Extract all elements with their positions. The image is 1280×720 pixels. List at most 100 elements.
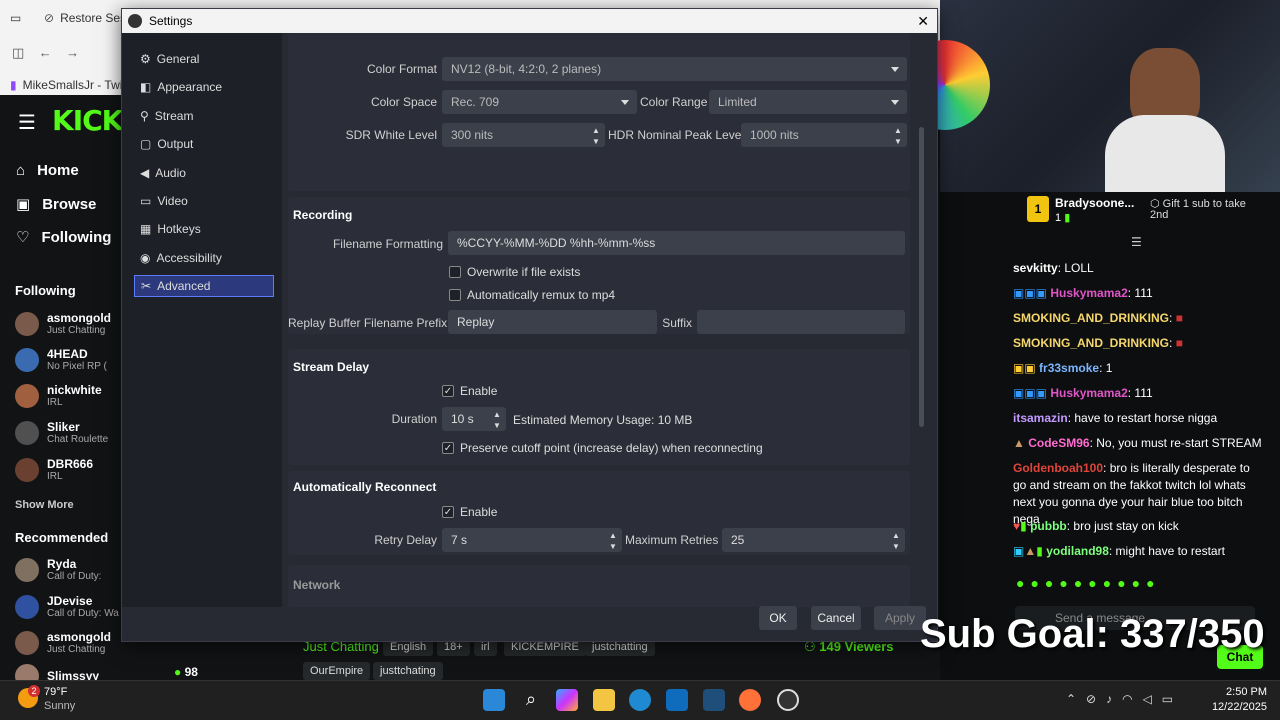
search-icon[interactable]: ⌕ [520,689,542,711]
hdr-peak-input[interactable]: 1000 nits ▲ ▼ [741,123,907,147]
recommended-channel[interactable]: Ryda Call of Duty: [15,557,115,582]
chat-message: ▣▲▮ yodiland98: might have to restart [1013,544,1225,558]
gift-sub-button[interactable]: ⬡ Gift 1 sub to take 2nd [1150,199,1250,221]
remux-checkbox[interactable]: Automatically remux to mp4 [449,288,615,302]
checkbox-checked: ✓ [442,506,454,518]
chat-message: SMOKING_AND_DRINKING: ■ [1013,336,1183,350]
sdr-white-label: SDR White Level [345,128,437,142]
ok-button[interactable]: OK [759,606,797,630]
sidebar-toggle-icon[interactable]: ▭ [10,6,21,30]
viewer-count: ● 98 [174,665,198,679]
monitor-icon: ▭ [140,194,152,208]
file-explorer-icon[interactable] [593,689,615,711]
firefox-icon[interactable] [739,689,761,711]
max-retries-input[interactable]: 25 ▲ ▼ [722,528,905,552]
checkbox-checked: ✓ [442,442,454,454]
sidebar-item-output[interactable]: ▢ Output [134,133,274,155]
emote-bar[interactable]: ●●●●●●●●●● [1016,575,1161,591]
sidebar-item-video[interactable]: ▭ Video [134,190,274,212]
scrollbar[interactable] [919,127,924,427]
filename-format-input[interactable]: %CCYY-%MM-%DD %hh-%mm-%ss [448,231,905,255]
kick-logo[interactable]: KICK [52,104,123,137]
color-format-select[interactable]: NV12 (8-bit, 4:2:0, 2 planes) [442,57,907,81]
recommended-channel[interactable]: asmongold Just Chatting [15,630,115,655]
edge-icon[interactable] [629,689,651,711]
sidebar-item-accessibility[interactable]: ◉ Accessibility [134,247,274,269]
copilot-icon[interactable] [556,689,578,711]
duration-label: Duration [391,412,437,426]
temperature: 79°F [44,686,68,698]
replay-prefix-input[interactable]: Replay [448,310,657,334]
nav-following[interactable]: ♡ Following [16,228,111,247]
settings-content: Color Format NV12 (8-bit, 4:2:0, 2 plane… [288,33,928,607]
chevron-down-icon [891,100,899,105]
overwrite-checkbox[interactable]: Overwrite if file exists [449,265,580,279]
clock-time[interactable]: 2:50 PM [1225,686,1267,698]
sidebar-item-stream[interactable]: ⚲ Stream [134,105,274,127]
weather-text: Sunny [44,700,76,712]
preserve-cutoff-checkbox[interactable]: ✓ Preserve cutoff point (increase delay) … [442,441,763,455]
suffix-input[interactable] [697,310,905,334]
suffix-label: Suffix [662,316,692,330]
speaker-icon: ◀ [140,166,150,180]
sidebar-item-general[interactable]: ⚙ General [134,48,274,70]
reconnect-enable-checkbox[interactable]: ✓ Enable [442,505,497,519]
following-title: Following [15,283,76,298]
titlebar: Settings ✕ [122,9,937,33]
spinner-icon: ▲ ▼ [609,531,617,551]
stream-tag[interactable]: OurEmpire [303,662,371,680]
sdr-white-input[interactable]: 300 nits ▲ ▼ [442,123,605,147]
hdr-peak-label: HDR Nominal Peak Level [608,128,745,142]
recommended-channel[interactable]: JDevise Call of Duty: Wa [15,594,119,619]
checkbox-unchecked [449,266,461,278]
following-channel[interactable]: Sliker Chat Roulette [15,420,115,445]
nav-home[interactable]: ⌂ Home [16,162,79,179]
sidebar-item-appearance[interactable]: ◧ Appearance [134,76,274,98]
apply-button[interactable]: Apply [874,606,926,630]
color-format-label: Color Format [366,62,437,76]
delay-enable-checkbox[interactable]: ✓ Enable [442,384,497,398]
chat-message: ▲ CodeSM96: No, you must re-start STREAM [1013,436,1262,450]
cancel-button[interactable]: Cancel [811,606,861,630]
tab-twitch[interactable]: ▮ MikeSmallsJr - Twi [10,73,122,97]
spinner-icon: ▲ ▼ [892,531,900,551]
color-space-select[interactable]: Rec. 709 [442,90,637,114]
keyboard-icon: ▦ [140,222,152,236]
show-more-link[interactable]: Show More [15,499,74,511]
back-icon[interactable]: ◫ ← → [12,45,79,61]
chat-message: itsamazin: have to restart horse nigga [1013,411,1218,425]
following-channel[interactable]: DBR666 IRL [15,457,115,482]
color-range-select[interactable]: Limited [709,90,907,114]
chat-message: SMOKING_AND_DRINKING: ■ [1013,311,1183,325]
stream-tag[interactable]: justtchating [373,662,443,680]
windows-start-icon[interactable] [483,689,505,711]
sidebar-item-hotkeys[interactable]: ▦ Hotkeys [134,218,274,240]
memory-usage-text: Estimated Memory Usage: 10 MB [513,413,693,427]
retry-delay-input[interactable]: 7 s ▲ ▼ [442,528,622,552]
chat-message: ▣▣▣ Huskymama2: 111 [1013,286,1153,300]
color-space-label: Color Space [370,95,437,109]
following-channel[interactable]: nickwhite IRL [15,383,115,408]
browse-icon: ▣ [16,196,31,213]
max-retries-label: Maximum Retries [625,533,719,547]
top-gifter-name[interactable]: Bradysoone... [1055,196,1134,210]
clock-date[interactable]: 12/22/2025 [1205,701,1267,713]
sidebar-item-audio[interactable]: ◀ Audio [134,162,274,184]
obs-taskbar-icon[interactable] [777,689,799,711]
notification-badge: 2 [28,685,40,697]
tab-label: MikeSmallsJr - Twi [22,78,123,92]
app-icon[interactable] [703,689,725,711]
chat-message: ▣▣ fr33smoke: 1 [1013,361,1113,375]
following-channel[interactable]: asmongold Just Chatting [15,311,115,336]
pinned-expand-icon[interactable]: ☰ [1131,235,1142,249]
antenna-icon: ⚲ [140,109,149,123]
recommended-title: Recommended [15,530,109,545]
sidebar-item-advanced[interactable]: ✂ Advanced [134,275,274,297]
close-icon[interactable]: ✕ [917,13,929,30]
duration-input[interactable]: 10 s ▲ ▼ [442,407,506,431]
store-icon[interactable] [666,689,688,711]
following-channel[interactable]: 4HEAD No Pixel RP ( [15,347,115,372]
nav-browse[interactable]: ▣ Browse [16,195,96,214]
menu-icon[interactable]: ☰ [18,110,36,135]
system-tray-icons[interactable]: ⌃⊘♪◠◁▭ [1066,692,1183,706]
